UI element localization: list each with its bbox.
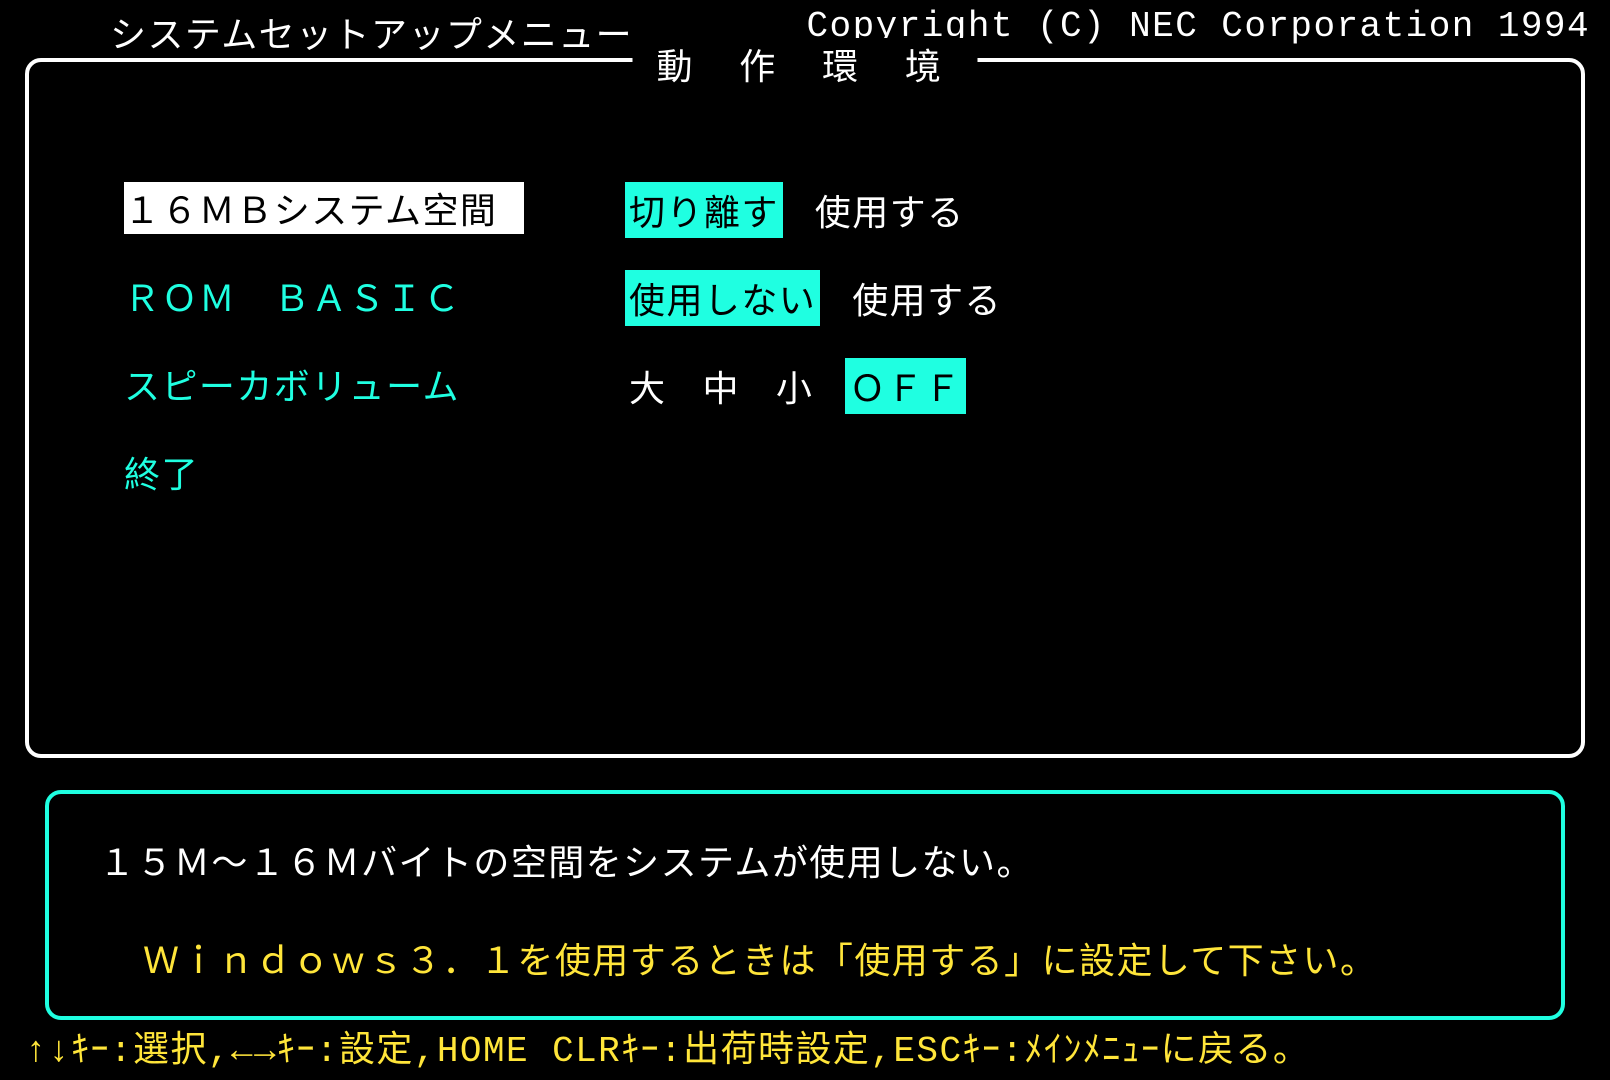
help-line-2: Ｗｉｎｄｏｗｓ３．１を使用するときは「使用する」に設定して下さい。: [99, 932, 1511, 984]
setting-options-16mb-space: 切り離す 使用する: [625, 182, 969, 238]
setting-options-rom-basic: 使用しない 使用する: [625, 270, 1006, 326]
setting-row-speaker-volume[interactable]: スピーカボリューム: [124, 358, 524, 410]
option-volume-large[interactable]: 大: [625, 358, 670, 414]
option-volume-medium[interactable]: 中: [698, 358, 743, 414]
option-not-use[interactable]: 使用しない: [625, 270, 820, 326]
option-use[interactable]: 使用する: [848, 270, 1006, 326]
setting-row-rom-basic[interactable]: ＲＯＭ ＢＡＳＩＣ: [124, 270, 524, 322]
setting-row-16mb-space[interactable]: １６ＭＢシステム空間: [124, 182, 524, 234]
option-detach[interactable]: 切り離す: [625, 182, 783, 238]
key-legend: ↑↓ｷｰ:選択,←→ｷｰ:設定,HOME CLRｷｰ:出荷時設定,ESCｷｰ:ﾒ…: [25, 1020, 1310, 1072]
option-use[interactable]: 使用する: [811, 182, 969, 238]
option-volume-off[interactable]: ＯＦＦ: [845, 358, 965, 414]
setting-label-rom-basic: ＲＯＭ ＢＡＳＩＣ: [124, 270, 524, 322]
setting-options-speaker-volume: 大 中 小 ＯＦＦ: [625, 358, 966, 414]
setting-label-speaker-volume: スピーカボリューム: [124, 358, 524, 410]
setting-label-16mb-space: １６ＭＢシステム空間: [124, 182, 524, 234]
menu-title: システムセットアップメニュー: [110, 6, 633, 58]
setting-label-exit: 終了: [124, 446, 524, 498]
help-panel: １５Ｍ～１６Ｍバイトの空間をシステムが使用しない。 Ｗｉｎｄｏｗｓ３．１を使用す…: [45, 790, 1565, 1020]
panel-title: 動 作 環 境: [632, 38, 977, 90]
help-line-1: １５Ｍ～１６Ｍバイトの空間をシステムが使用しない。: [99, 834, 1511, 886]
setting-row-exit[interactable]: 終了: [124, 446, 524, 498]
operating-environment-panel: 動 作 環 境 １６ＭＢシステム空間 切り離す 使用する ＲＯＭ ＢＡＳＩＣ 使…: [25, 58, 1585, 758]
option-volume-small[interactable]: 小: [772, 358, 817, 414]
